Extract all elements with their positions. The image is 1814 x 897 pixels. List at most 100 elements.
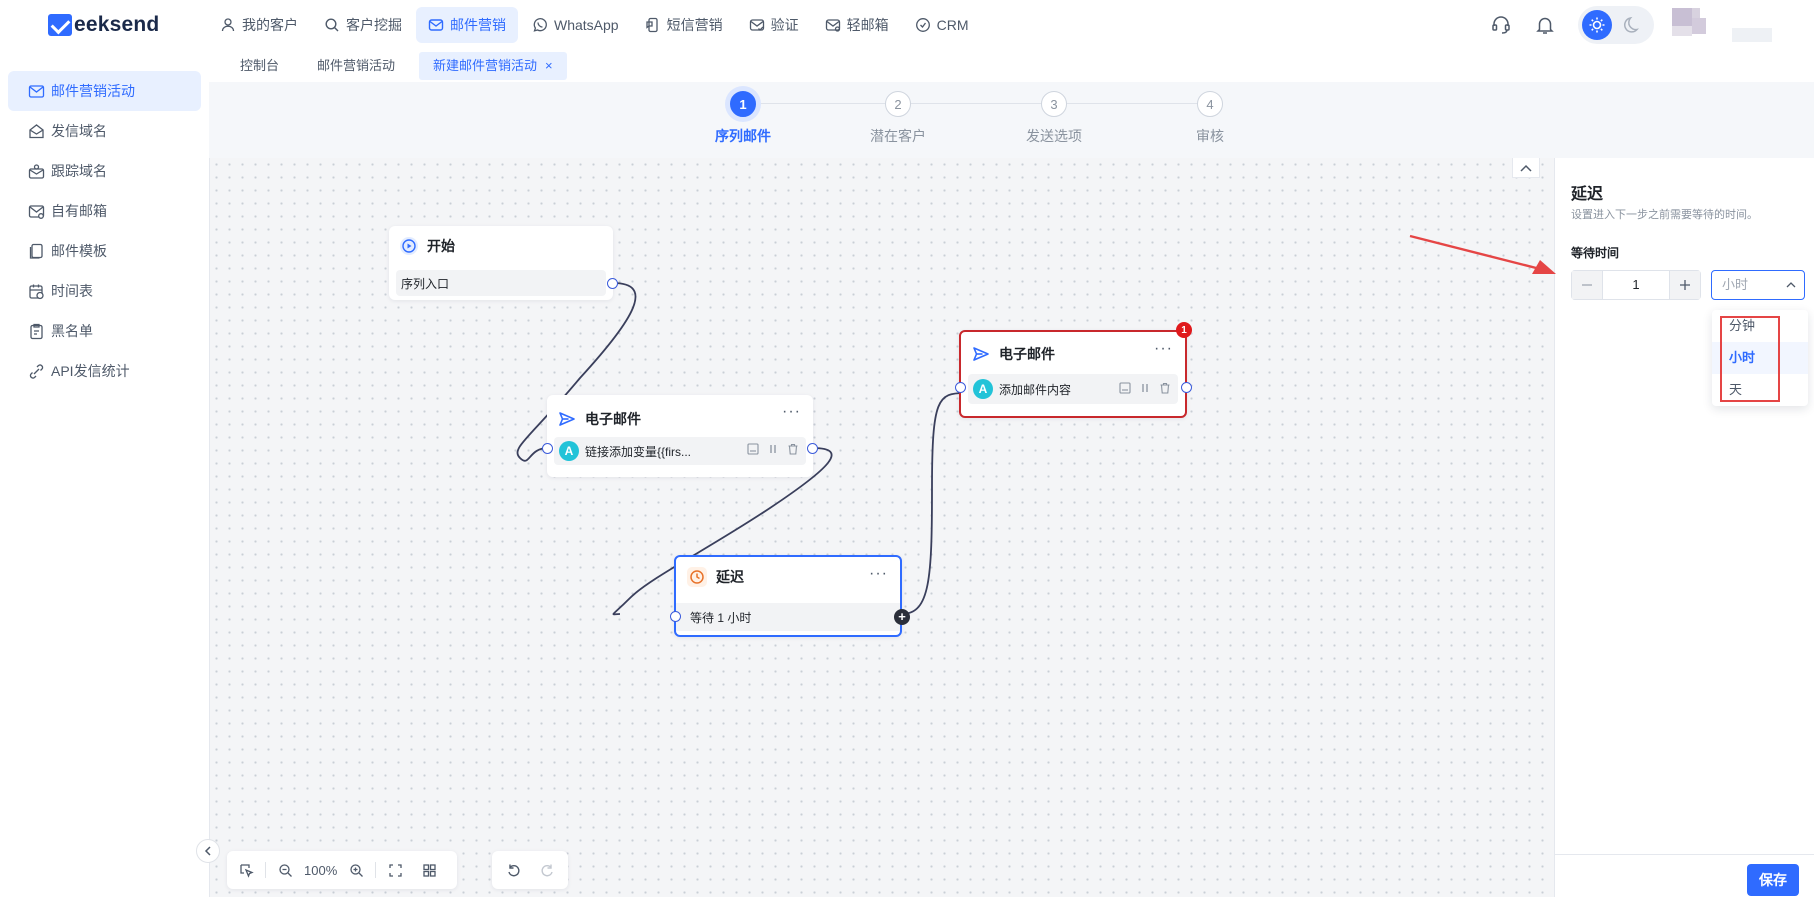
- fit-view-button[interactable]: [382, 857, 408, 883]
- delay-row[interactable]: 等待 1 小时: [676, 603, 900, 631]
- sun-icon[interactable]: [1582, 10, 1612, 40]
- sidebar-item-label: 自有邮箱: [51, 203, 107, 219]
- zoom-out-button[interactable]: [272, 857, 298, 883]
- step-3-circle[interactable]: 3: [1041, 91, 1067, 117]
- step-3-label[interactable]: 发送选项: [1004, 126, 1104, 146]
- more-options-icon[interactable]: ···: [869, 565, 888, 583]
- minus-icon: [1582, 284, 1592, 286]
- email-content-row[interactable]: A 添加邮件内容: [968, 374, 1178, 404]
- step-4-label[interactable]: 审核: [1160, 126, 1260, 146]
- delete-icon[interactable]: [786, 442, 800, 456]
- more-options-icon[interactable]: ···: [1154, 340, 1173, 358]
- domain-icon: [29, 123, 44, 138]
- email-node-2[interactable]: 电子邮件 ··· A 添加邮件内容 1: [955, 322, 1192, 418]
- nav-item-email-marketing[interactable]: 邮件营销: [416, 7, 518, 43]
- sidebar-item-tracking-domain[interactable]: 跟踪域名: [8, 151, 201, 191]
- sidebar-item-blacklist[interactable]: 黑名单: [8, 311, 201, 351]
- input-port[interactable]: [670, 611, 681, 622]
- nav-item-label: 我的客户: [242, 17, 298, 33]
- nav-item-verify[interactable]: 验证: [737, 7, 811, 43]
- step-2-circle[interactable]: 2: [885, 91, 911, 117]
- nav-item-crm[interactable]: CRM: [903, 7, 981, 43]
- sidebar-item-api-stats[interactable]: API发信统计: [8, 351, 201, 391]
- nav-item-customer-mining[interactable]: 客户挖掘: [312, 7, 414, 43]
- input-port[interactable]: [955, 382, 966, 393]
- email-content-row[interactable]: A 链接添加变量{{firs...: [554, 437, 806, 465]
- theme-toggle[interactable]: [1578, 6, 1654, 44]
- start-node[interactable]: 开始 序列入口: [389, 226, 618, 300]
- node-title: 开始: [427, 238, 455, 254]
- sidebar-item-label: 时间表: [51, 283, 93, 299]
- headset-icon[interactable]: [1490, 14, 1512, 36]
- nav-item-label: 短信营销: [666, 17, 723, 33]
- account-badge-icon: A: [559, 441, 579, 461]
- increment-button[interactable]: [1670, 271, 1700, 299]
- own-mailbox-icon: [28, 204, 45, 219]
- step-connector: [1067, 103, 1198, 104]
- nav-item-light-mailbox[interactable]: 轻邮箱: [813, 7, 901, 43]
- tab-label: 新建邮件营销活动: [433, 58, 538, 73]
- bell-icon[interactable]: [1534, 14, 1556, 36]
- api-icon: [29, 363, 44, 379]
- nav-item-label: 邮件营销: [450, 17, 506, 33]
- email-subject: 链接添加变量{{firs...: [585, 444, 692, 459]
- decrement-button[interactable]: [1572, 271, 1602, 299]
- tab-email-campaigns[interactable]: 邮件营销活动: [303, 52, 409, 80]
- wait-time-input[interactable]: 1: [1602, 271, 1670, 299]
- output-port[interactable]: [807, 443, 818, 454]
- step-1-circle[interactable]: 1: [730, 91, 756, 117]
- sidebar-item-email-campaigns[interactable]: 邮件营销活动: [8, 71, 201, 111]
- collapse-sidebar-button[interactable]: [196, 839, 220, 863]
- auto-layout-button[interactable]: [416, 857, 442, 883]
- input-port[interactable]: [542, 443, 553, 454]
- moon-icon[interactable]: [1622, 14, 1644, 36]
- sms-icon: [645, 17, 658, 33]
- step-1-label[interactable]: 序列邮件: [693, 126, 793, 146]
- top-navigation-bar: eeksend 我的客户 客户挖掘 邮件营销 WhatsApp 短信营销 验证: [0, 0, 1814, 50]
- sidebar-item-label: 邮件营销活动: [51, 83, 135, 99]
- sidebar-item-schedule[interactable]: 时间表: [8, 271, 201, 311]
- nav-item-my-customers[interactable]: 我的客户: [208, 7, 310, 43]
- sidebar-item-email-templates[interactable]: 邮件模板: [8, 231, 201, 271]
- add-step-plus-icon[interactable]: +: [894, 609, 910, 625]
- node-title: 延迟: [716, 569, 744, 585]
- flow-canvas[interactable]: 开始 序列入口 电子邮件 ··· A 链接添加变量{{firs... 延迟 ··…: [196, 158, 1554, 897]
- output-port[interactable]: [607, 278, 618, 289]
- undo-button[interactable]: [500, 857, 526, 883]
- preview-icon[interactable]: [746, 442, 760, 456]
- nav-item-sms-marketing[interactable]: 短信营销: [633, 7, 735, 43]
- output-port[interactable]: [1181, 382, 1192, 393]
- node-row-sequence-entry[interactable]: 序列入口: [396, 270, 606, 296]
- time-unit-select[interactable]: 小时: [1711, 270, 1805, 300]
- node-header: 电子邮件: [547, 399, 813, 439]
- pause-icon[interactable]: [1138, 381, 1152, 395]
- zoom-out-icon: [278, 863, 292, 877]
- tab-console[interactable]: 控制台: [226, 52, 293, 80]
- step-4-circle[interactable]: 4: [1197, 91, 1223, 117]
- delete-icon[interactable]: [1158, 381, 1172, 395]
- tab-new-email-campaign[interactable]: 新建邮件营销活动 ×: [419, 52, 567, 80]
- annotation-arrow-icon: [1409, 234, 1556, 274]
- zoom-in-icon: [350, 863, 363, 877]
- zoom-in-button[interactable]: [343, 857, 369, 883]
- step-2-label[interactable]: 潜在客户: [848, 126, 948, 146]
- brand-logo[interactable]: eeksend: [48, 10, 159, 40]
- sidebar-item-sending-domain[interactable]: 发信域名: [8, 111, 201, 151]
- error-count-badge: 1: [1176, 322, 1192, 338]
- collapse-up-button[interactable]: [1512, 158, 1540, 178]
- delay-node[interactable]: 延迟 ··· 等待 1 小时 +: [670, 555, 910, 637]
- nav-item-whatsapp[interactable]: WhatsApp: [520, 7, 631, 43]
- pause-icon[interactable]: [766, 442, 780, 456]
- step-connector: [911, 103, 1041, 104]
- sidebar-item-label: 发信域名: [51, 123, 107, 139]
- redo-button[interactable]: [534, 857, 560, 883]
- select-tool-button[interactable]: [233, 857, 259, 883]
- more-options-icon[interactable]: ···: [782, 403, 801, 421]
- save-button[interactable]: 保存: [1747, 864, 1799, 896]
- panel-description: 设置进入下一步之前需要等待的时间。: [1571, 209, 1758, 221]
- preview-icon[interactable]: [1118, 381, 1132, 395]
- close-icon[interactable]: ×: [545, 52, 553, 80]
- email-node-1[interactable]: 电子邮件 ··· A 链接添加变量{{firs...: [542, 395, 818, 477]
- user-avatar[interactable]: [1672, 6, 1772, 46]
- sidebar-item-own-mailbox[interactable]: 自有邮箱: [8, 191, 201, 231]
